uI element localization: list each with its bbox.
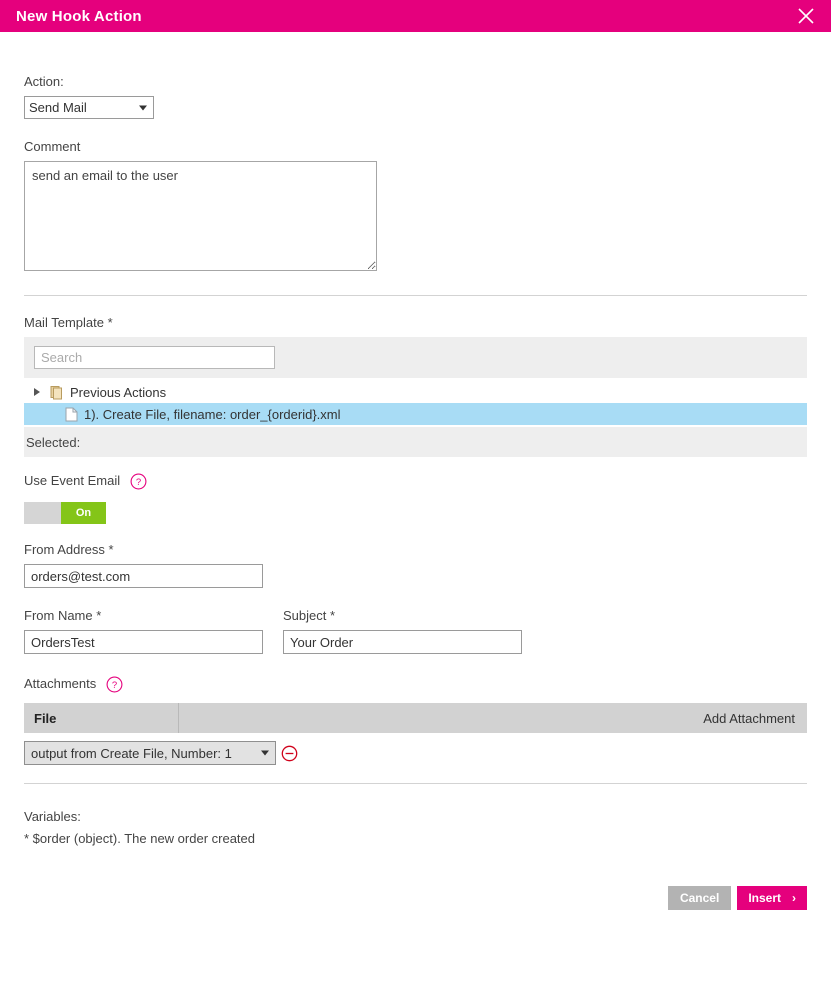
- use-event-email-toggle[interactable]: On: [24, 502, 106, 524]
- insert-button[interactable]: Insert ›: [737, 886, 807, 910]
- variables-title: Variables:: [24, 809, 81, 824]
- mail-template-search-panel: [24, 337, 807, 378]
- variables-item: * $order (object). The new order created: [24, 831, 255, 846]
- insert-button-label: Insert: [748, 891, 781, 905]
- remove-circle-icon[interactable]: [281, 745, 298, 762]
- use-event-email-label-row: Use Event Email ?: [24, 473, 807, 494]
- from-address-input[interactable]: [24, 564, 263, 588]
- variables-block: Variables: * $order (object). The new or…: [24, 806, 807, 850]
- selected-label: Selected:: [26, 434, 81, 450]
- toggle-knob: [24, 502, 61, 524]
- tree-row[interactable]: 1). Create File, filename: order_{orderi…: [24, 403, 807, 425]
- folder-icon: [50, 385, 62, 399]
- search-input[interactable]: [34, 346, 275, 369]
- dialog-titlebar: New Hook Action: [0, 0, 831, 32]
- attachment-file-select[interactable]: output from Create File, Number: 1: [24, 741, 276, 765]
- chevron-expand-icon[interactable]: [34, 388, 40, 396]
- dialog-title: New Hook Action: [16, 7, 142, 25]
- from-name-input[interactable]: [24, 630, 263, 654]
- help-icon[interactable]: ?: [130, 473, 147, 494]
- action-select-wrap: Send Mail: [24, 96, 154, 119]
- svg-text:?: ?: [112, 680, 117, 691]
- tree-item-label: 1). Create File, filename: order_{orderi…: [84, 406, 341, 422]
- column-header-file: File: [24, 703, 179, 733]
- action-select[interactable]: Send Mail: [24, 96, 154, 119]
- help-icon[interactable]: ?: [106, 676, 123, 697]
- attachments-label-row: Attachments ?: [24, 676, 807, 697]
- chevron-right-icon: ›: [792, 891, 796, 905]
- selected-bar: Selected:: [24, 427, 807, 457]
- svg-text:?: ?: [136, 477, 141, 488]
- close-icon[interactable]: [795, 5, 817, 27]
- add-attachment-button[interactable]: Add Attachment: [703, 711, 807, 726]
- from-name-subject-row: From Name * Subject *: [24, 608, 807, 654]
- from-address-label: From Address *: [24, 542, 114, 557]
- attachments-label: Attachments: [24, 676, 97, 691]
- mail-template-tree: Previous Actions 1). Create File, filena…: [24, 378, 807, 427]
- subject-label: Subject *: [283, 608, 336, 623]
- tree-row[interactable]: Previous Actions: [24, 381, 807, 403]
- attachment-row: output from Create File, Number: 1: [24, 741, 807, 765]
- attachment-select-wrap: output from Create File, Number: 1: [24, 741, 276, 765]
- file-icon: [65, 407, 78, 421]
- dialog-footer: Cancel Insert ›: [24, 886, 807, 910]
- dialog-body: Action: Send Mail Comment send an email …: [0, 32, 831, 910]
- action-label: Action:: [24, 74, 64, 89]
- mail-template-label: Mail Template *: [24, 315, 113, 330]
- use-event-email-label: Use Event Email: [24, 473, 121, 488]
- subject-input[interactable]: [283, 630, 522, 654]
- attachments-table-header: File Add Attachment: [24, 703, 807, 733]
- comment-textarea[interactable]: send an email to the user: [24, 161, 377, 271]
- tree-item-label: Previous Actions: [70, 384, 167, 400]
- comment-label: Comment: [24, 139, 81, 154]
- section-divider-top: [24, 295, 807, 296]
- section-divider-bottom: [24, 783, 807, 784]
- from-name-label: From Name *: [24, 608, 102, 623]
- toggle-state-label: On: [61, 502, 106, 524]
- cancel-button[interactable]: Cancel: [667, 886, 732, 910]
